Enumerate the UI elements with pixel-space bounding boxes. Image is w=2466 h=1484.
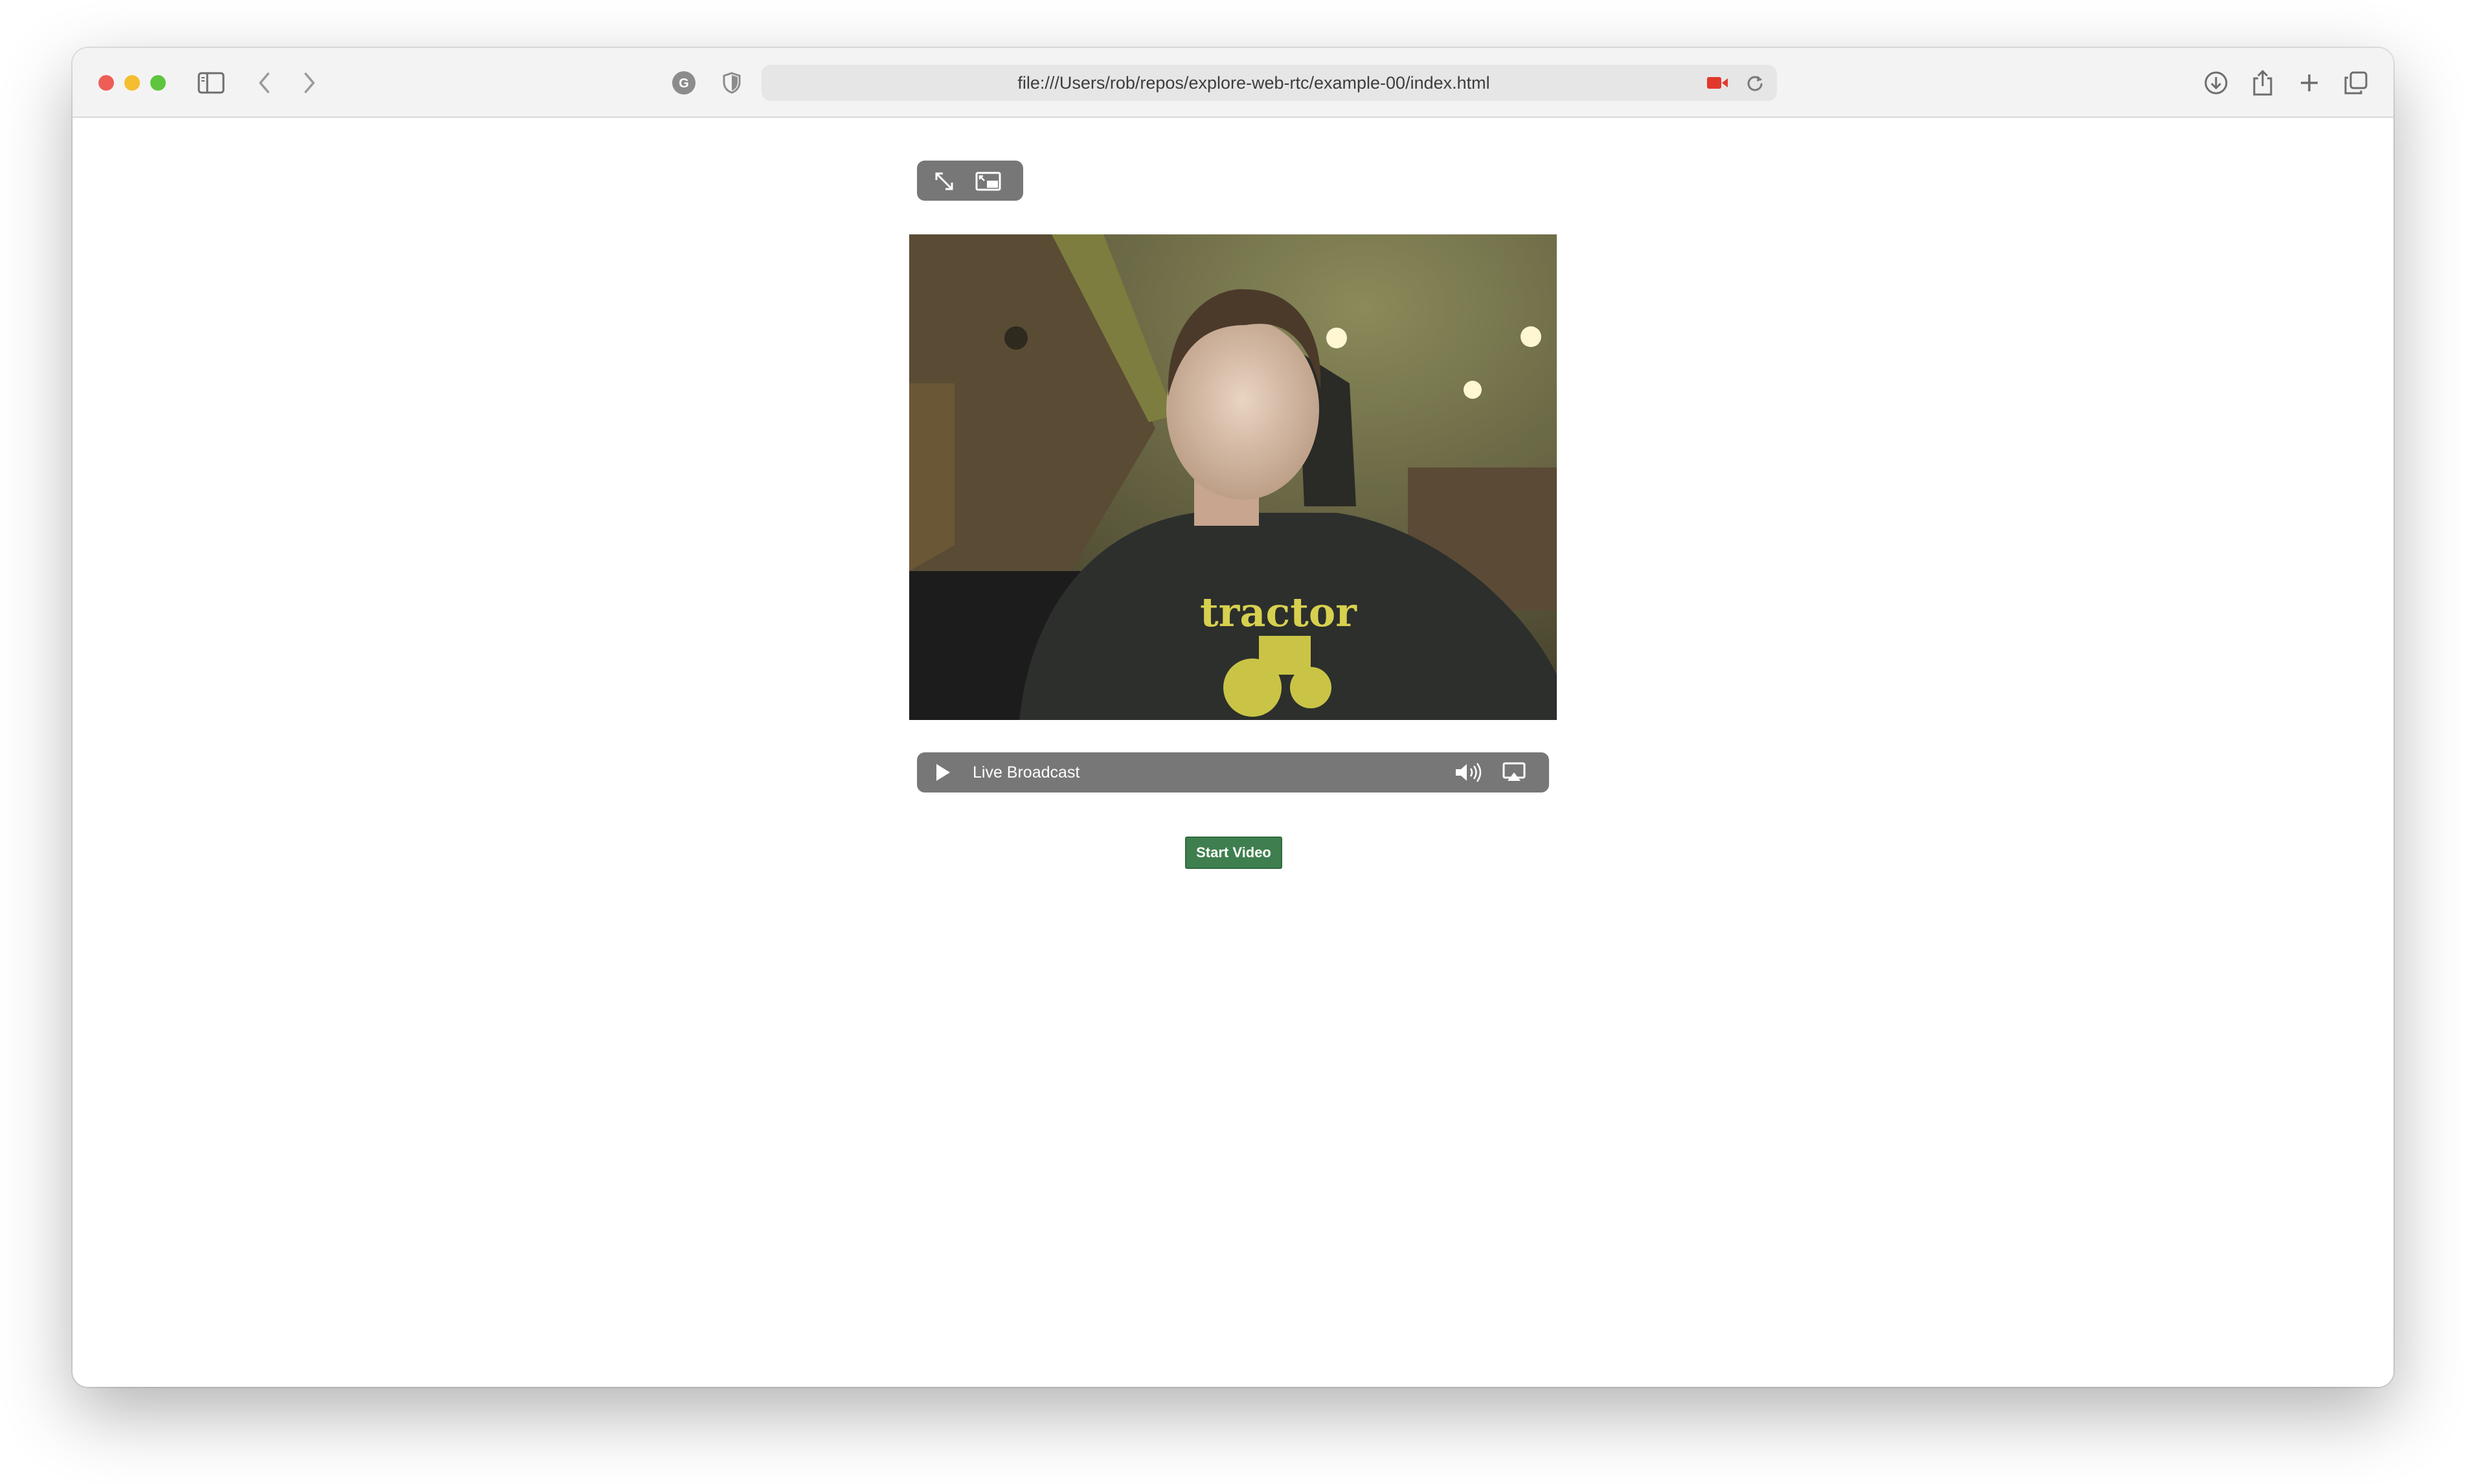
extension-icon[interactable]: G — [664, 63, 703, 102]
reload-icon[interactable] — [1736, 63, 1774, 102]
video-controls-bar: Live Broadcast — [917, 752, 1549, 793]
airplay-icon[interactable] — [1500, 760, 1528, 785]
picture-in-picture-icon[interactable] — [974, 168, 1002, 194]
url-text[interactable]: file:///Users/rob/repos/explore-web-rtc/… — [762, 65, 1714, 101]
share-icon[interactable] — [2243, 63, 2282, 102]
camera-in-use-icon[interactable] — [1698, 63, 1737, 102]
browser-window: G file:///Users/rob/repos/explore-web-rt… — [73, 48, 2393, 1387]
zoom-window-button[interactable] — [150, 75, 166, 91]
downloads-icon[interactable] — [2197, 63, 2235, 102]
new-tab-icon[interactable] — [2290, 63, 2329, 102]
sidebar-icon[interactable] — [192, 63, 231, 102]
address-bar[interactable]: file:///Users/rob/repos/explore-web-rtc/… — [762, 65, 1777, 101]
live-broadcast-label: Live Broadcast — [973, 763, 1080, 781]
svg-text:G: G — [679, 76, 689, 91]
video-top-controls — [917, 161, 1023, 201]
forward-icon[interactable] — [290, 63, 329, 102]
browser-toolbar: G file:///Users/rob/repos/explore-web-rt… — [73, 48, 2393, 118]
start-video-button[interactable]: Start Video — [1185, 837, 1282, 869]
play-icon[interactable] — [931, 761, 955, 783]
tab-overview-icon[interactable] — [2336, 63, 2375, 102]
shirt-graphic-text: tractor — [1200, 589, 1357, 636]
page-content: tractor Live Broadcast Start Video — [73, 118, 2393, 1387]
webcam-video[interactable]: tractor — [909, 234, 1557, 720]
desktop: G file:///Users/rob/repos/explore-web-rt… — [0, 0, 2466, 1484]
volume-icon[interactable] — [1453, 760, 1484, 785]
close-window-button[interactable] — [98, 75, 114, 91]
fullscreen-icon[interactable] — [931, 168, 957, 194]
minimize-window-button[interactable] — [124, 75, 140, 91]
back-icon[interactable] — [245, 63, 284, 102]
privacy-shield-icon[interactable] — [712, 63, 751, 102]
